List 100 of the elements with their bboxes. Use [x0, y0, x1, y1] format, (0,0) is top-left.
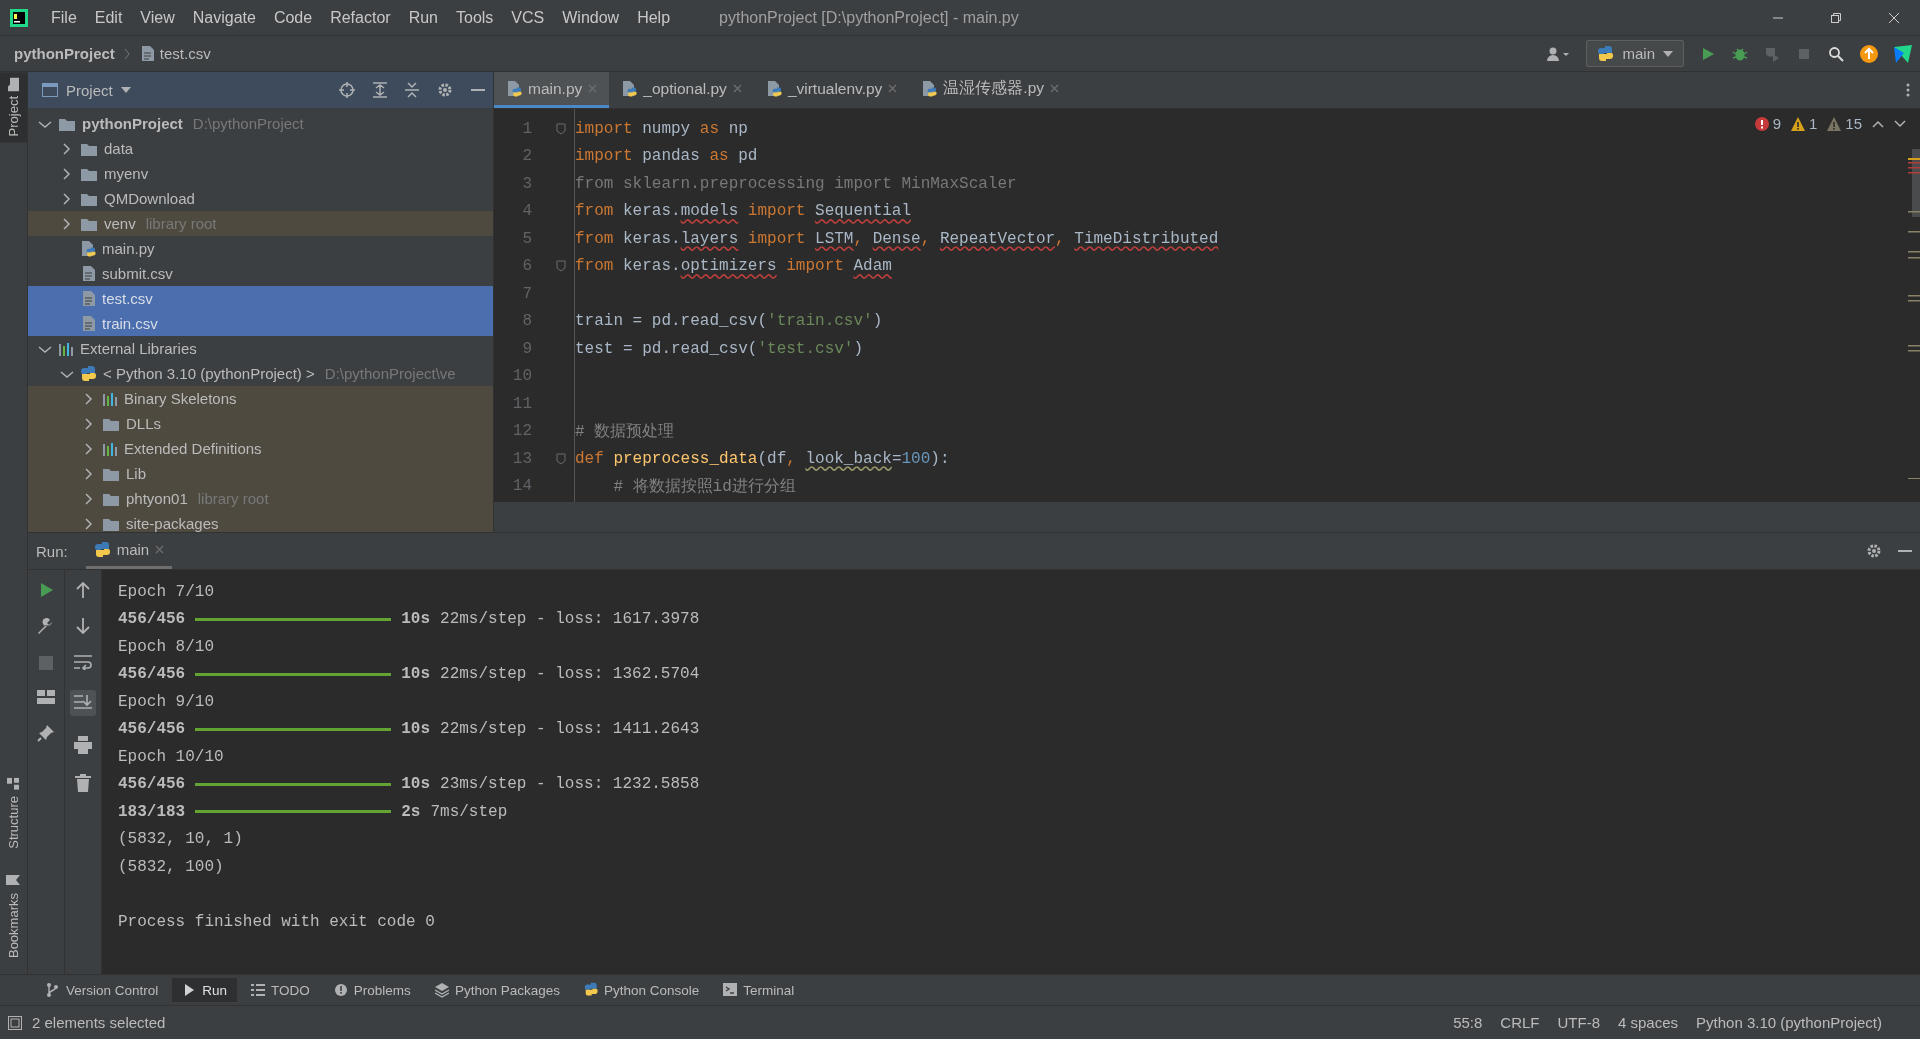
tree-item[interactable]: QMDownload [28, 186, 493, 211]
tool-window-tab[interactable]: Python Packages [424, 978, 570, 1002]
editor-tab[interactable]: 温湿传感器.py [909, 72, 1072, 108]
breadcrumb[interactable]: pythonProject [14, 45, 115, 62]
tool-window-button[interactable]: Structure [0, 772, 27, 855]
line-number: 10 [511, 367, 532, 386]
tree-item[interactable]: data [28, 136, 493, 161]
editor-tab[interactable]: main.py [494, 72, 610, 108]
tree-item[interactable]: site-packages [28, 511, 493, 532]
locate-icon[interactable] [339, 82, 355, 98]
tree-item[interactable]: < Python 3.10 (pythonProject) > D:\pythonProject\ve [28, 361, 493, 386]
tree-item[interactable]: Lib [28, 461, 493, 486]
fold-marker-icon[interactable] [556, 260, 566, 273]
soft-wrap-icon[interactable] [74, 654, 92, 670]
plugin-logo-icon[interactable] [1894, 44, 1912, 63]
user-icon[interactable] [1546, 45, 1571, 62]
tree-item[interactable]: venv library root [28, 211, 493, 236]
line-number: 4 [521, 202, 532, 221]
step-count: 456/456 [118, 775, 186, 794]
tree-item[interactable]: Binary Skeletons [28, 386, 493, 411]
update-icon[interactable] [1860, 44, 1878, 63]
down-arrow-icon[interactable] [76, 618, 90, 634]
status-item[interactable]: 4 spaces [1618, 1014, 1679, 1031]
menu-item[interactable]: Window [553, 8, 629, 27]
tool-window-tab[interactable]: Terminal [713, 978, 805, 1002]
inspection-count[interactable]: 9 [1754, 115, 1781, 132]
run-icon[interactable] [1700, 45, 1716, 62]
tool-window-tab[interactable]: TODO [241, 978, 320, 1002]
tree-item[interactable]: train.csv [28, 311, 493, 336]
inspection-count[interactable]: 15 [1827, 115, 1862, 132]
trash-icon[interactable] [75, 774, 91, 792]
next-icon[interactable] [1894, 119, 1906, 128]
menu-item[interactable]: VCS [502, 8, 554, 27]
code-line: from sklearn.preprocessing import MinMaxScaler [575, 174, 1017, 193]
tool-window-tab[interactable]: Problems [323, 978, 421, 1002]
tree-item[interactable]: DLLs [28, 411, 493, 436]
menu-item[interactable]: Help [628, 8, 680, 27]
settings-icon[interactable] [1866, 543, 1882, 559]
line-number: 7 [521, 284, 532, 303]
print-icon[interactable] [74, 736, 92, 754]
tree-item[interactable]: myenv [28, 161, 493, 186]
menu-item[interactable]: Code [264, 8, 322, 27]
project-view-dropdown[interactable]: Project [42, 81, 131, 99]
code-comment: # 将数据按照id进行分组 [612, 476, 796, 497]
tree-item[interactable]: main.py [28, 236, 493, 261]
status-item[interactable]: CRLF [1500, 1014, 1540, 1031]
menu-item[interactable]: Run [399, 8, 447, 27]
bug-icon[interactable] [1732, 45, 1748, 62]
search-icon[interactable] [1828, 45, 1844, 62]
menu-item[interactable]: Edit [85, 8, 132, 27]
layout-icon[interactable] [37, 690, 55, 704]
editor-tab[interactable]: _optional.py [609, 72, 754, 108]
fold-marker-icon[interactable] [556, 452, 566, 465]
structure-icon [7, 778, 20, 791]
up-arrow-icon[interactable] [76, 582, 90, 598]
tree-item[interactable]: Extended Definitions [28, 436, 493, 461]
menu-item[interactable]: View [131, 8, 184, 27]
run-configuration-dropdown[interactable]: main [1586, 40, 1684, 67]
more-icon[interactable] [1906, 83, 1910, 97]
expand-all-icon[interactable] [373, 82, 387, 98]
step-stats: 22ms/step - loss: 1411.2643 [440, 720, 700, 739]
tool-window-button[interactable]: Project [0, 72, 27, 143]
menu-item[interactable]: Refactor [321, 8, 400, 27]
fold-marker-icon[interactable] [556, 122, 566, 135]
elapsed-time: 10s [401, 610, 431, 629]
settings-icon[interactable] [437, 82, 453, 98]
status-item[interactable]: Python 3.10 (pythonProject) [1696, 1014, 1882, 1031]
restore-icon[interactable] [1830, 11, 1842, 24]
elapsed-time: 2s [401, 802, 421, 821]
previous-icon[interactable] [1872, 119, 1884, 128]
tool-window-tab[interactable]: Run [172, 978, 238, 1002]
menu-item[interactable]: Tools [447, 8, 503, 27]
path-hint: D:\pythonProject [192, 115, 304, 132]
tree-item[interactable]: phtyon01 library root [28, 486, 493, 511]
tree-item[interactable]: External Libraries [28, 336, 493, 361]
tree-item[interactable]: test.csv [28, 286, 493, 311]
menu-item[interactable]: Navigate [183, 8, 265, 27]
status-item[interactable]: 55:8 [1453, 1014, 1483, 1031]
status-item[interactable]: UTF-8 [1557, 1014, 1600, 1031]
tool-window-tab[interactable]: Python Console [573, 978, 710, 1002]
menu-item[interactable]: File [42, 8, 86, 27]
error-icon [1754, 116, 1769, 131]
step-stats: 22ms/step - loss: 1362.5704 [440, 665, 700, 684]
collapse-all-icon[interactable] [405, 82, 419, 98]
pin-icon[interactable] [37, 724, 55, 742]
inspection-count[interactable]: 1 [1790, 115, 1818, 132]
tree-item[interactable]: pythonProject D:\pythonProject [28, 111, 493, 136]
rerun-icon[interactable] [38, 582, 54, 598]
step-count: 183/183 [118, 802, 186, 821]
elapsed-time: 10s [401, 775, 431, 794]
scroll-to-end-button[interactable] [70, 690, 96, 716]
panel-toggle-icon[interactable] [8, 1015, 22, 1030]
breadcrumb[interactable]: test.csv [138, 45, 211, 62]
tool-window-button[interactable]: Bookmarks [0, 866, 27, 964]
tool-window-tab[interactable]: Version Control [36, 978, 169, 1002]
scroll-to-end-icon [74, 694, 92, 712]
line-number: 6 [521, 257, 532, 276]
tree-item[interactable]: submit.csv [28, 261, 493, 286]
console-line: (5832, 10, 1) [118, 830, 243, 849]
editor-tab[interactable]: _virtualenv.py [753, 72, 910, 108]
